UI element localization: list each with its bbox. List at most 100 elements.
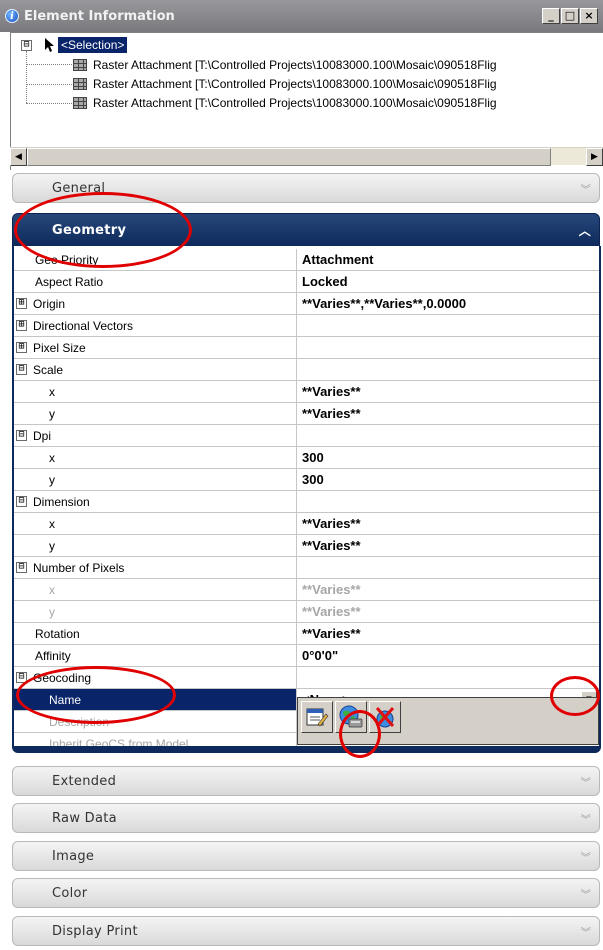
property-row[interactable]: ⊞ Directional Vectors <box>14 315 599 337</box>
property-row[interactable]: ⊟ Scale <box>14 359 599 381</box>
property-row[interactable]: ⊟ Dpi <box>14 425 599 447</box>
property-value: **Varies** <box>302 538 361 553</box>
property-name: Inherit GeoCS from Model <box>49 736 189 747</box>
geometry-panel: Geo Priority Attachment Aspect Ratio Loc… <box>12 246 601 753</box>
section-label: General <box>52 180 106 196</box>
property-row[interactable]: Rotation **Varies** <box>14 623 599 645</box>
property-name: Dpi <box>33 428 52 443</box>
property-name: y <box>49 538 55 553</box>
property-row[interactable]: x 300 <box>14 447 599 469</box>
collapse-icon[interactable]: ⊟ <box>16 430 27 441</box>
property-row[interactable]: x **Varies** <box>14 513 599 535</box>
delete-globe-icon <box>375 707 395 728</box>
property-name: x <box>49 450 55 465</box>
property-row[interactable]: Affinity 0°0'0" <box>14 645 599 667</box>
geocs-delete-button[interactable] <box>369 701 401 733</box>
property-value: **Varies** <box>302 626 361 641</box>
scroll-right-button[interactable]: ▶ <box>586 148 603 166</box>
property-name: x <box>49 582 55 597</box>
property-row[interactable]: ⊞ Origin **Varies**,**Varies**,0.0000 <box>14 293 599 315</box>
property-value: **Varies** <box>302 516 361 531</box>
geocs-edit-button[interactable] <box>301 701 333 733</box>
collapse-icon[interactable]: ⊟ <box>16 496 27 507</box>
property-name: y <box>49 406 55 421</box>
collapse-icon[interactable]: ⊟ <box>16 562 27 573</box>
property-value: 300 <box>302 472 324 487</box>
close-button[interactable]: × <box>580 8 598 24</box>
property-value: **Varies**,**Varies**,0.0000 <box>302 296 467 311</box>
property-grid: Geo Priority Attachment Aspect Ratio Loc… <box>14 246 599 746</box>
section-raw-data[interactable]: Raw Data ︾ <box>12 803 600 833</box>
scroll-left-button[interactable]: ◀ <box>10 148 27 166</box>
tree-item-label: Raster Attachment [T:\Controlled Project… <box>93 58 497 72</box>
tree-item[interactable]: Raster Attachment [T:\Controlled Project… <box>73 55 497 75</box>
expand-chevron-icon: ︾ <box>580 927 591 939</box>
property-value: **Varies** <box>302 604 361 619</box>
collapse-icon[interactable]: ⊟ <box>16 364 27 375</box>
tree-item[interactable]: Raster Attachment [T:\Controlled Project… <box>73 93 497 113</box>
property-value <box>297 315 599 336</box>
expand-chevron-icon: ︾ <box>580 814 591 826</box>
geocs-library-button[interactable] <box>335 701 367 733</box>
property-row[interactable]: Aspect Ratio Locked <box>14 271 599 293</box>
property-value: Attachment <box>302 252 374 267</box>
expand-icon[interactable]: ⊞ <box>16 320 27 331</box>
property-value <box>297 425 599 446</box>
property-row[interactable]: ⊟ Dimension <box>14 491 599 513</box>
property-row[interactable]: ⊟ Geocoding <box>14 667 599 689</box>
property-row: y **Varies** <box>14 601 599 623</box>
globe-icon <box>339 705 363 728</box>
geocoding-popup-toolbar <box>297 697 599 745</box>
window-controls: _ □ × <box>542 8 598 24</box>
tree-item-label: Raster Attachment [T:\Controlled Project… <box>93 77 497 91</box>
title-bar: i Element Information _ □ × <box>0 0 603 32</box>
section-display-print[interactable]: Display Print ︾ <box>12 916 600 946</box>
collapse-icon[interactable]: ⊟ <box>21 39 32 51</box>
tree-root-row[interactable]: ⊟ <Selection> <box>21 35 128 55</box>
section-label: Geometry <box>52 222 127 238</box>
section-geometry[interactable]: Geometry ︿ <box>12 213 600 247</box>
section-color[interactable]: Color ︾ <box>12 878 600 908</box>
section-image[interactable]: Image ︾ <box>12 841 600 871</box>
collapse-icon[interactable]: ⊟ <box>16 672 27 683</box>
expand-chevron-icon: ︾ <box>580 184 591 196</box>
tree-root-label[interactable]: <Selection> <box>58 37 128 53</box>
property-name: Rotation <box>35 626 80 641</box>
scroll-thumb[interactable] <box>27 148 551 166</box>
section-extended[interactable]: Extended ︾ <box>12 766 600 796</box>
section-general[interactable]: General ︾ <box>12 173 600 203</box>
property-name: Geo Priority <box>35 252 99 267</box>
property-value <box>297 667 599 688</box>
tree-item[interactable]: Raster Attachment [T:\Controlled Project… <box>73 74 497 94</box>
property-row[interactable]: Geo Priority Attachment <box>14 249 599 271</box>
expand-icon[interactable]: ⊞ <box>16 342 27 353</box>
minimize-button[interactable]: _ <box>542 8 560 24</box>
expand-chevron-icon: ︾ <box>580 852 591 864</box>
property-value: **Varies** <box>302 384 361 399</box>
expand-icon[interactable]: ⊞ <box>16 298 27 309</box>
window-title: Element Information <box>24 8 175 24</box>
property-row[interactable]: ⊟ Number of Pixels <box>14 557 599 579</box>
edit-geocs-icon <box>306 708 329 727</box>
property-value: **Varies** <box>302 406 361 421</box>
raster-attachment-icon <box>73 97 87 109</box>
property-name: Number of Pixels <box>33 560 125 575</box>
property-value <box>297 359 599 380</box>
property-row[interactable]: y **Varies** <box>14 403 599 425</box>
maximize-button[interactable]: □ <box>561 8 579 24</box>
property-name: x <box>49 516 55 531</box>
property-name: y <box>49 472 55 487</box>
property-name: Directional Vectors <box>33 318 134 333</box>
tree-item-label: Raster Attachment [T:\Controlled Project… <box>93 96 497 110</box>
horizontal-scrollbar[interactable]: ◀ ▶ <box>10 147 603 166</box>
property-value <box>297 557 599 578</box>
property-row[interactable]: y 300 <box>14 469 599 491</box>
property-name: y <box>49 604 55 619</box>
property-row[interactable]: x **Varies** <box>14 381 599 403</box>
property-row[interactable]: ⊞ Pixel Size <box>14 337 599 359</box>
property-value: 300 <box>302 450 324 465</box>
property-row[interactable]: y **Varies** <box>14 535 599 557</box>
info-icon: i <box>5 9 19 23</box>
property-value <box>297 337 599 358</box>
raster-attachment-icon <box>73 59 87 71</box>
